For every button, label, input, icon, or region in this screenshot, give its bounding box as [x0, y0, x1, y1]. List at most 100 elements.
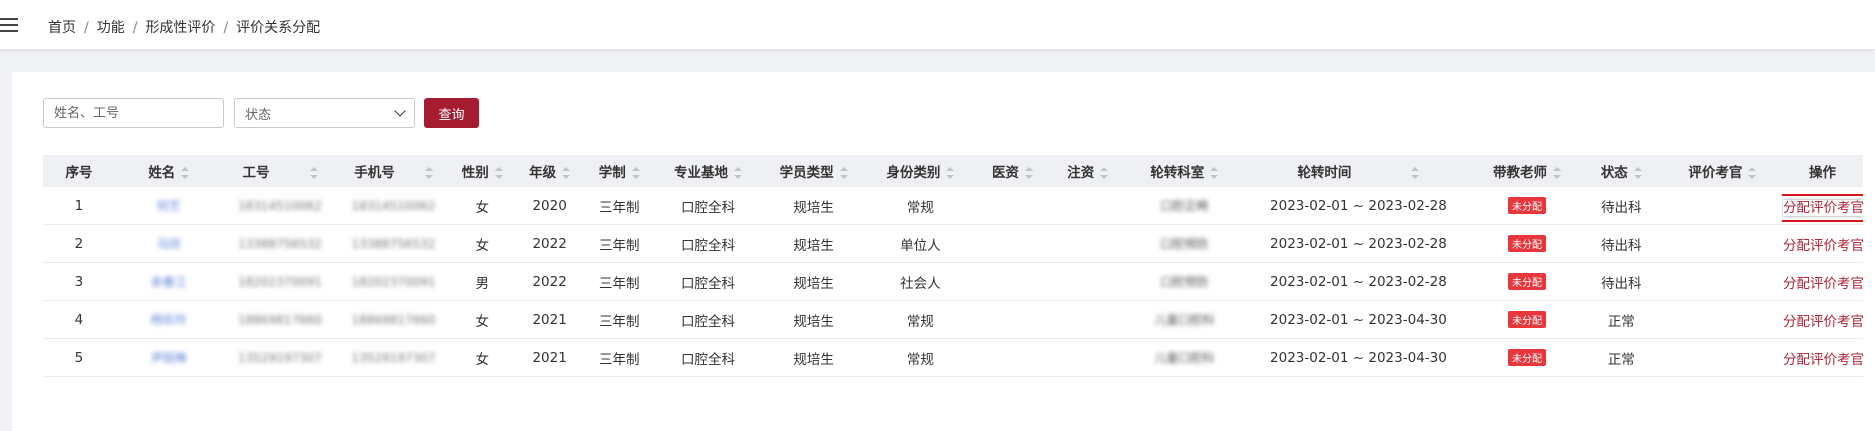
breadcrumb-home[interactable]: 首页 — [48, 20, 76, 36]
sort-icon[interactable] — [181, 167, 190, 179]
col-header[interactable]: 专业基地 — [654, 155, 762, 187]
identity-cell: 常规 — [865, 187, 976, 225]
sort-icon[interactable] — [734, 167, 743, 179]
col-header[interactable]: 学制 — [584, 155, 654, 187]
phone-cell: 13529197307 — [337, 338, 450, 377]
note-cell — [1049, 262, 1126, 301]
col-header[interactable]: 学员类型 — [762, 155, 865, 187]
identity-cell: 常规 — [865, 338, 976, 377]
grade-cell: 2022 — [514, 262, 585, 301]
unassigned-badge: 未分配 — [1507, 273, 1546, 290]
name-search-input[interactable] — [43, 98, 224, 128]
identity-cell: 常规 — [865, 300, 976, 339]
assign-examiner-link[interactable]: 分配评价考官 — [1783, 314, 1863, 330]
table-header-row: 序号 姓名 工号 手机号 性别 年级 学制 专业基地 学员类型 身份类别 医资 … — [43, 155, 1863, 187]
col-header[interactable]: 手机号 — [337, 155, 449, 187]
medical-cell — [975, 300, 1050, 339]
system-cell: 三年制 — [584, 300, 655, 339]
row-number: 1 — [43, 187, 115, 225]
sort-icon[interactable] — [1024, 167, 1033, 179]
sort-icon[interactable] — [1748, 167, 1757, 179]
medical-cell — [975, 262, 1050, 301]
sort-icon[interactable] — [839, 167, 848, 179]
dept-cell: 儿童口腔科 — [1125, 338, 1243, 377]
status-cell: 正常 — [1579, 338, 1663, 377]
gender-cell: 女 — [449, 338, 515, 377]
examiner-cell — [1662, 338, 1782, 377]
breadcrumb: 首页 / 功能 / 形成性评价 / 评价关系分配 — [48, 20, 321, 36]
gender-cell: 男 — [449, 262, 515, 301]
col-header[interactable]: 姓名 — [115, 155, 223, 187]
sort-icon[interactable] — [631, 167, 640, 179]
staff-id-cell: 18314510062 — [222, 187, 338, 225]
grade-cell: 2020 — [514, 187, 585, 225]
student-name-link[interactable]: 尹锐琳 — [151, 351, 187, 365]
col-header: 序号 — [65, 165, 93, 181]
col-header[interactable]: 状态 — [1580, 155, 1663, 187]
sort-icon[interactable] — [1210, 167, 1219, 179]
identity-cell: 单位人 — [865, 224, 976, 263]
base-cell: 口腔全科 — [654, 187, 762, 225]
assign-examiner-link[interactable]: 分配评价考官 — [1783, 352, 1863, 368]
col-header[interactable]: 评价考官 — [1663, 155, 1782, 187]
col-header[interactable]: 身份类别 — [865, 155, 975, 187]
sort-icon[interactable] — [1411, 167, 1420, 179]
menu-icon[interactable] — [0, 18, 18, 32]
system-cell: 三年制 — [584, 338, 655, 377]
student-name-link[interactable]: 杨玖玲 — [151, 313, 187, 327]
type-cell: 规培生 — [761, 338, 866, 377]
breadcrumb-formative-evaluation[interactable]: 形成性评价 — [145, 20, 215, 36]
table-row: 1 何艺 18314510062 18314510062 女 2020 三年制 … — [43, 187, 1863, 225]
col-header: 操作 — [1808, 165, 1836, 181]
sort-icon[interactable] — [309, 167, 318, 179]
student-name-link[interactable]: 何艺 — [157, 199, 181, 213]
col-header[interactable]: 性别 — [450, 155, 515, 187]
grade-cell: 2021 — [514, 338, 585, 377]
type-cell: 规培生 — [761, 300, 866, 339]
dept-cell: 口腔预防 — [1125, 262, 1243, 301]
top-bar: 首页 / 功能 / 形成性评价 / 评价关系分配 — [0, 0, 1875, 50]
grade-cell: 2021 — [514, 300, 585, 339]
sort-icon[interactable] — [1552, 167, 1561, 179]
sort-icon[interactable] — [424, 167, 433, 179]
student-name-link[interactable]: 余春江 — [151, 275, 187, 289]
table-row: 5 尹锐琳 13529197307 13529197307 女 2021 三年制… — [43, 338, 1863, 377]
examiner-cell — [1662, 262, 1782, 301]
time-cell: 2023-02-01 ~ 2023-02-28 — [1242, 262, 1475, 301]
col-header[interactable]: 轮转科室 — [1126, 155, 1243, 187]
assign-examiner-link[interactable]: 分配评价考官 — [1783, 276, 1863, 292]
col-header[interactable]: 注资 — [1050, 155, 1126, 187]
breadcrumb-function[interactable]: 功能 — [97, 20, 125, 36]
row-number: 2 — [43, 224, 115, 263]
chevron-down-icon — [394, 105, 406, 117]
col-header[interactable]: 医资 — [975, 155, 1049, 187]
unassigned-badge: 未分配 — [1507, 349, 1546, 366]
sort-icon[interactable] — [562, 167, 571, 179]
base-cell: 口腔全科 — [654, 338, 762, 377]
sort-icon[interactable] — [1100, 167, 1109, 179]
query-button[interactable]: 查询 — [424, 98, 479, 128]
student-name-link[interactable]: 马欣 — [157, 237, 181, 251]
col-header[interactable]: 工号 — [223, 155, 338, 187]
col-header[interactable]: 轮转时间 — [1243, 155, 1474, 187]
system-cell: 三年制 — [584, 187, 655, 225]
base-cell: 口腔全科 — [654, 224, 762, 263]
status-select[interactable]: 状态 — [234, 98, 415, 128]
assign-examiner-link[interactable]: 分配评价考官 — [1783, 238, 1863, 254]
status-cell: 待出科 — [1579, 224, 1663, 263]
col-header[interactable]: 带教老师 — [1474, 155, 1580, 187]
assign-examiner-link[interactable]: 分配评价考官 — [1781, 193, 1863, 222]
sort-icon[interactable] — [946, 167, 955, 179]
staff-id-cell: 18202370091 — [222, 262, 338, 301]
table-row: 2 马欣 13388756532 13388756532 女 2022 三年制 … — [43, 224, 1863, 263]
sort-icon[interactable] — [494, 167, 503, 179]
medical-cell — [975, 338, 1050, 377]
sort-icon[interactable] — [1633, 167, 1642, 179]
table-row: 3 余春江 18202370091 18202370091 男 2022 三年制… — [43, 262, 1863, 301]
col-header[interactable]: 年级 — [515, 155, 585, 187]
medical-cell — [975, 187, 1050, 225]
staff-id-cell: 13388756532 — [222, 224, 338, 263]
note-cell — [1049, 338, 1126, 377]
breadcrumb-current: 评价关系分配 — [236, 20, 321, 36]
note-cell — [1049, 187, 1126, 225]
